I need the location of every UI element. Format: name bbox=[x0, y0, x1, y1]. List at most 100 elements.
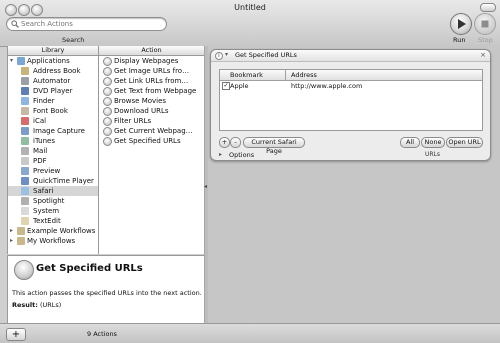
action-item-label: Get Link URLs from… bbox=[114, 77, 189, 85]
action-card: i ▾ Get Specified URLs × Bookmark Addres… bbox=[210, 49, 491, 161]
options-toggle[interactable]: Options bbox=[229, 151, 254, 159]
action-item[interactable]: Get Text from Webpage bbox=[99, 86, 292, 96]
system-icon bbox=[21, 207, 29, 215]
stop-icon bbox=[481, 20, 489, 28]
library-item-label: Finder bbox=[33, 97, 55, 105]
action-item[interactable]: Get Image URLs fro… bbox=[99, 66, 292, 76]
library-item[interactable]: Preview bbox=[8, 166, 98, 176]
library-item[interactable]: System bbox=[8, 206, 98, 216]
library-item[interactable]: QuickTime Player bbox=[8, 176, 98, 186]
library-item[interactable]: Safari bbox=[8, 186, 98, 196]
automator-icon bbox=[21, 77, 29, 85]
library-item-label: Example Workflows bbox=[27, 227, 96, 235]
library-item-label: iTunes bbox=[33, 137, 55, 145]
card-close-icon[interactable]: i bbox=[215, 52, 223, 60]
disclosure-closed-icon[interactable]: ▸ bbox=[10, 236, 13, 246]
library-item[interactable]: Automator bbox=[8, 76, 98, 86]
action-item[interactable]: Get Specified URLs bbox=[99, 136, 204, 146]
action-item[interactable]: Filter URLs bbox=[99, 116, 204, 126]
library-item-label: Address Book bbox=[33, 67, 81, 75]
action-list: Display Webpages Get Image URLs fro… Get L… bbox=[98, 56, 292, 254]
search-field[interactable] bbox=[6, 17, 167, 31]
library-column-header[interactable]: Library bbox=[7, 46, 98, 56]
action-item-label: Download URLs bbox=[114, 107, 169, 115]
all-button[interactable]: All bbox=[400, 137, 420, 148]
add-button[interactable]: + bbox=[6, 328, 26, 341]
library-item-label: System bbox=[33, 207, 60, 215]
library-item-label: Mail bbox=[33, 147, 48, 155]
disclosure-open-icon[interactable]: ▾ bbox=[225, 51, 228, 58]
library-item[interactable]: ▸ My Workflows bbox=[8, 236, 98, 246]
row-checkbox[interactable]: ✓ bbox=[222, 82, 230, 90]
action-item[interactable]: Get Current Webpag… bbox=[99, 126, 204, 136]
safari-action-icon bbox=[103, 67, 112, 76]
bottom-bar: + 9 Actions bbox=[0, 323, 500, 343]
library-item[interactable]: Finder bbox=[8, 96, 98, 106]
library-item[interactable]: Mail bbox=[8, 146, 98, 156]
action-item-label: Get Image URLs fro… bbox=[114, 67, 190, 75]
search-input[interactable] bbox=[21, 18, 161, 30]
library-item[interactable]: Image Capture bbox=[8, 126, 98, 136]
library-item[interactable]: ▾ Applications bbox=[8, 56, 98, 66]
remove-action-icon[interactable]: × bbox=[480, 51, 486, 59]
library-item[interactable]: TextEdit bbox=[8, 216, 98, 226]
window-title: Untitled bbox=[234, 3, 266, 12]
safari-action-icon bbox=[103, 137, 112, 146]
run-button[interactable] bbox=[450, 13, 472, 35]
library-list: ▾ Applications Address Book Automator DVD Pl… bbox=[7, 56, 98, 254]
action-count: 9 Actions bbox=[87, 330, 117, 338]
library-item-label: iCal bbox=[33, 117, 47, 125]
safari-action-icon bbox=[103, 107, 112, 116]
table-row[interactable]: ✓ Apple http://www.apple.com bbox=[220, 81, 482, 91]
action-item[interactable]: Browse Movies bbox=[99, 96, 204, 106]
action-item[interactable]: Download URLs bbox=[99, 106, 204, 116]
library-item[interactable]: ▸ Example Workflows bbox=[8, 226, 98, 236]
action-item-label: Get Current Webpag… bbox=[114, 127, 193, 135]
workflow-area: i ▾ Get Specified URLs × Bookmark Addres… bbox=[208, 46, 500, 323]
search-icon bbox=[11, 20, 19, 28]
safari-icon bbox=[14, 260, 34, 280]
safari-action-icon bbox=[103, 117, 112, 126]
action-card-header[interactable]: i ▾ Get Specified URLs × bbox=[211, 50, 490, 62]
safari-action-icon bbox=[103, 97, 112, 106]
library-item[interactable]: Address Book bbox=[8, 66, 98, 76]
column-separator bbox=[285, 70, 286, 80]
disclosure-closed-icon[interactable]: ▸ bbox=[10, 226, 13, 236]
library-item[interactable]: DVD Player bbox=[8, 86, 98, 96]
remove-url-button[interactable]: - bbox=[230, 137, 241, 148]
image-capture-icon bbox=[21, 127, 29, 135]
action-item[interactable]: Display Webpages bbox=[99, 56, 292, 66]
address-book-icon bbox=[21, 67, 29, 75]
disclosure-open-icon[interactable]: ▾ bbox=[10, 56, 13, 66]
disclosure-closed-icon[interactable]: ▸ bbox=[219, 151, 222, 158]
add-url-button[interactable]: + bbox=[219, 137, 230, 148]
action-column-header[interactable]: Action bbox=[98, 46, 205, 56]
stop-button[interactable] bbox=[474, 13, 496, 35]
itunes-icon bbox=[21, 137, 29, 145]
library-item[interactable]: PDF bbox=[8, 156, 98, 166]
toolbar-toggle-button[interactable] bbox=[480, 3, 496, 12]
preview-icon bbox=[21, 167, 29, 175]
action-item-label: Get Specified URLs bbox=[114, 137, 181, 145]
current-safari-page-button[interactable]: Current Safari Page bbox=[243, 137, 305, 155]
search-label: Search bbox=[62, 36, 85, 44]
library-item[interactable]: Spotlight bbox=[8, 196, 98, 206]
library-item-label: My Workflows bbox=[27, 237, 76, 245]
output-type-label: URLs bbox=[425, 151, 441, 158]
divider-arrow-icon: ◂ bbox=[204, 183, 208, 190]
library-item[interactable]: Font Book bbox=[8, 106, 98, 116]
library-item[interactable]: iTunes bbox=[8, 136, 98, 146]
open-url-button[interactable]: Open URL bbox=[446, 137, 483, 148]
dvd-player-icon bbox=[21, 87, 29, 95]
bookmark-column-header[interactable]: Bookmark bbox=[230, 70, 263, 80]
description-title: Get Specified URLs bbox=[36, 263, 143, 274]
bookmark-cell: Apple bbox=[230, 82, 249, 90]
action-item-label: Filter URLs bbox=[114, 117, 152, 125]
library-item-label: Safari bbox=[33, 187, 54, 195]
none-button[interactable]: None bbox=[421, 137, 445, 148]
ical-icon bbox=[21, 117, 29, 125]
library-item[interactable]: iCal bbox=[8, 116, 98, 126]
address-column-header[interactable]: Address bbox=[291, 70, 317, 80]
action-item[interactable]: Get Link URLs from… bbox=[99, 76, 292, 86]
mail-icon bbox=[21, 147, 29, 155]
